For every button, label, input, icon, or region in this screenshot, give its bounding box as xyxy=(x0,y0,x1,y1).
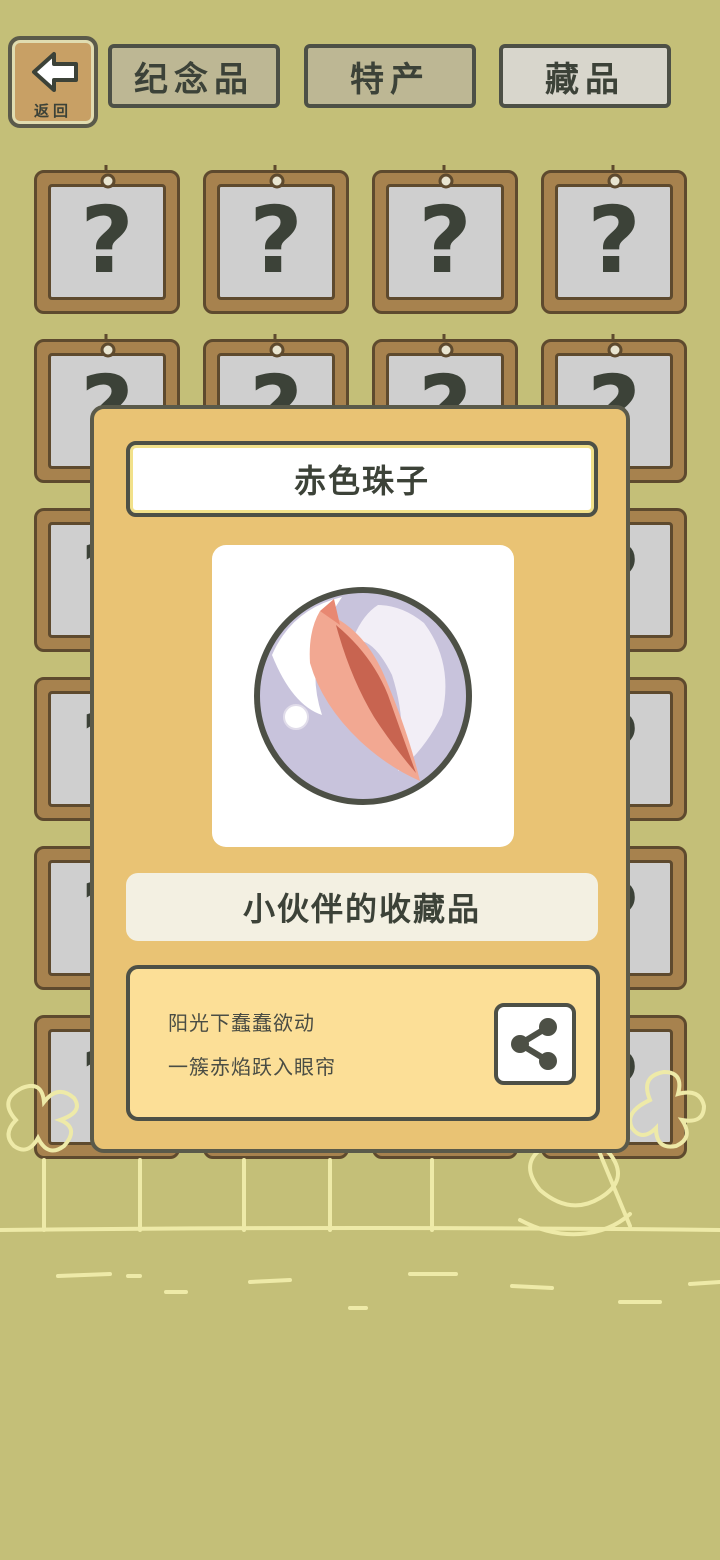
tab-souvenirs[interactable]: 纪念品 xyxy=(108,44,280,108)
item-name: 赤色珠子 xyxy=(126,441,598,517)
item-detail-modal: 赤色珠子 小伙伴的收藏品 阳光下蠢蠢欲动 一簇赤焰跃入眼帘 xyxy=(90,405,630,1153)
locked-item-card[interactable]: ? xyxy=(203,165,349,314)
item-description-box: 阳光下蠢蠢欲动 一簇赤焰跃入眼帘 xyxy=(126,965,600,1121)
share-icon xyxy=(511,1018,557,1070)
back-button[interactable]: 返回 xyxy=(8,36,98,128)
card-slot: ? xyxy=(386,184,504,300)
locked-item-card[interactable]: ? xyxy=(372,165,518,314)
item-image-frame xyxy=(212,545,514,847)
locked-item-card[interactable]: ? xyxy=(34,165,180,314)
question-mark-icon: ? xyxy=(418,187,472,294)
hook-icon xyxy=(100,165,116,189)
description-line-1: 阳光下蠢蠢欲动 xyxy=(168,1011,315,1035)
hook-icon xyxy=(438,165,454,189)
back-label: 返回 xyxy=(33,102,72,120)
locked-item-card[interactable]: ? xyxy=(541,165,687,314)
card-slot: ? xyxy=(555,184,673,300)
card-slot: ? xyxy=(217,184,335,300)
back-arrow-icon xyxy=(32,52,78,92)
item-category: 小伙伴的收藏品 xyxy=(126,873,598,941)
question-mark-icon: ? xyxy=(587,187,641,294)
card-slot: ? xyxy=(48,184,166,300)
top-nav-bar: 返回 纪念品 特产 藏品 xyxy=(0,0,720,140)
tab-specialties[interactable]: 特产 xyxy=(304,44,476,108)
hook-icon xyxy=(607,334,623,358)
tab-collectibles[interactable]: 藏品 xyxy=(499,44,671,108)
share-button[interactable] xyxy=(494,1003,576,1085)
hook-icon xyxy=(269,334,285,358)
description-line-2: 一簇赤焰跃入眼帘 xyxy=(168,1055,336,1079)
hook-icon xyxy=(438,334,454,358)
hook-icon xyxy=(100,334,116,358)
hook-icon xyxy=(607,165,623,189)
hook-icon xyxy=(269,165,285,189)
question-mark-icon: ? xyxy=(249,187,303,294)
question-mark-icon: ? xyxy=(80,187,134,294)
red-bead-icon xyxy=(254,587,472,805)
